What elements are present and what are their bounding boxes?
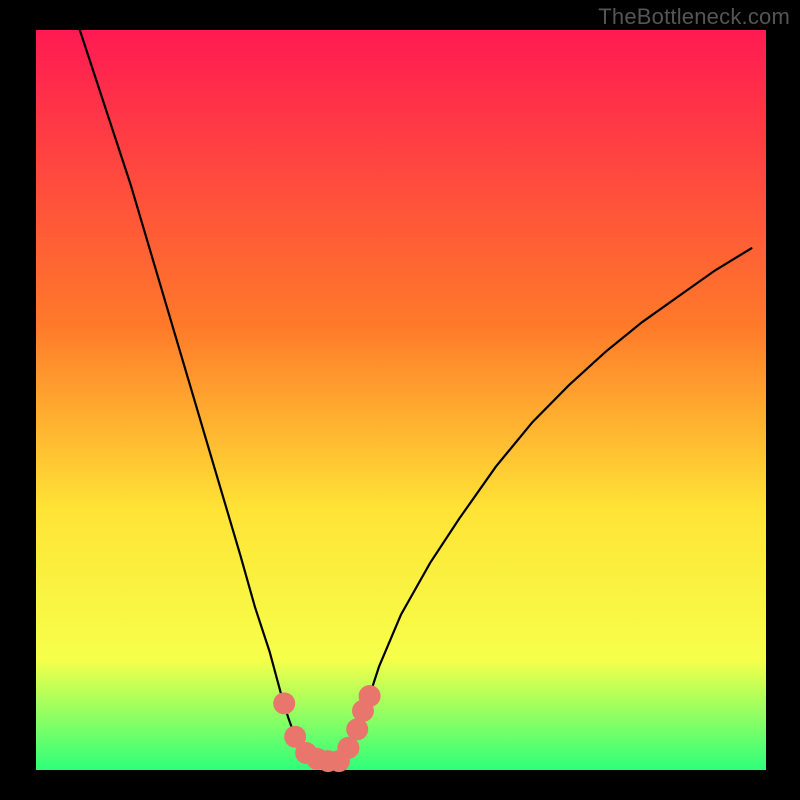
curve-marker bbox=[359, 685, 381, 707]
chart-frame: TheBottleneck.com bbox=[0, 0, 800, 800]
bottleneck-chart bbox=[0, 0, 800, 800]
watermark-text: TheBottleneck.com bbox=[598, 4, 790, 30]
plot-background bbox=[36, 30, 766, 770]
curve-marker bbox=[273, 692, 295, 714]
